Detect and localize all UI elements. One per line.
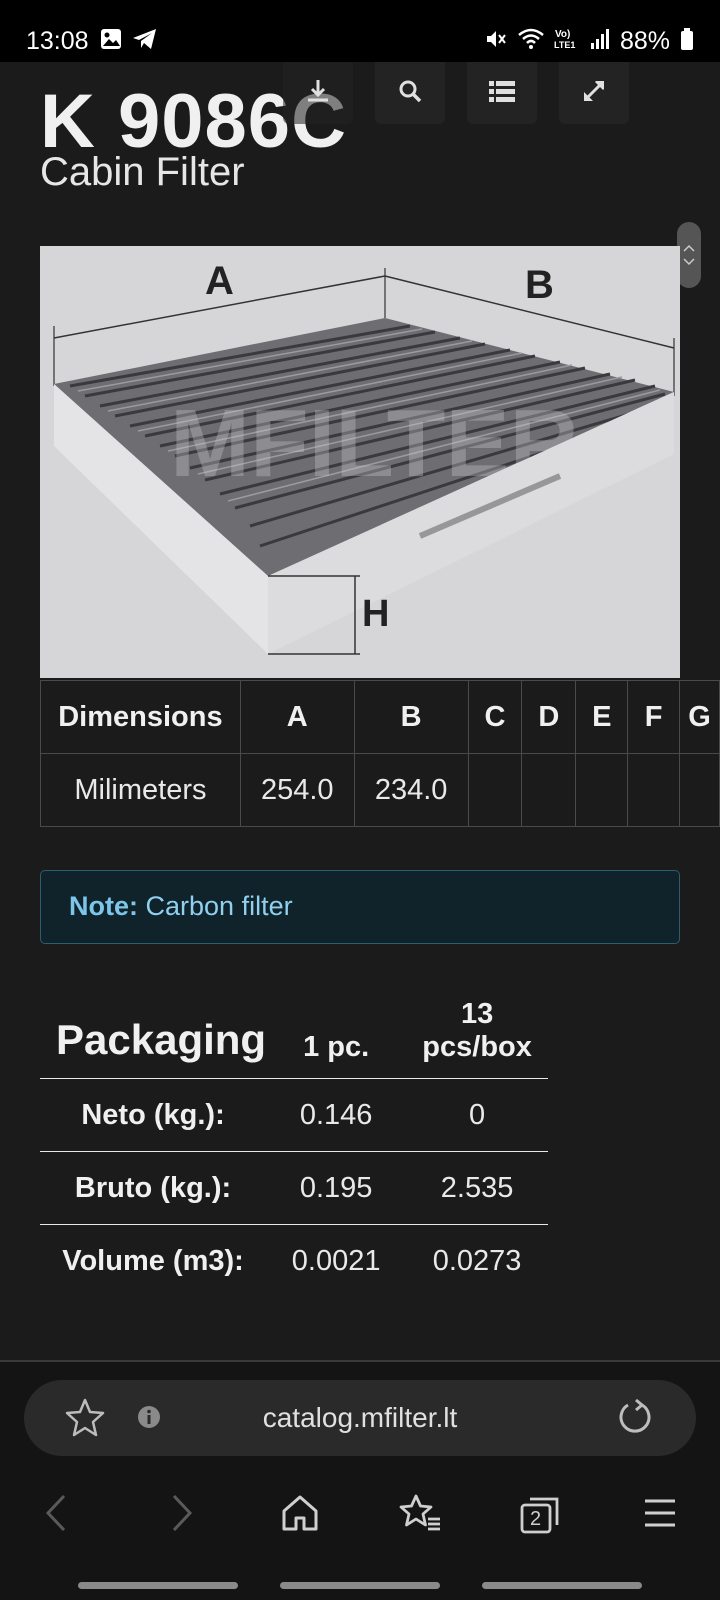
mute-icon — [484, 27, 508, 56]
table-row: Volume (m3): 0.0021 0.0273 — [40, 1225, 548, 1298]
battery-percent: 88% — [619, 27, 670, 55]
list-button[interactable] — [467, 62, 537, 124]
expand-button[interactable] — [559, 62, 629, 124]
dim-col-e: E — [575, 680, 629, 754]
download-button[interactable] — [283, 62, 353, 124]
list-icon — [488, 79, 516, 108]
reload-icon[interactable] — [614, 1396, 656, 1443]
back-button[interactable] — [22, 1480, 92, 1550]
page-toolbar — [283, 62, 629, 124]
packaging-col-box: 13 pcs/box — [406, 992, 548, 1079]
dim-value-c — [467, 753, 523, 827]
gesture-handle — [78, 1582, 238, 1589]
volte-icon: Vo) LTE1 — [554, 27, 580, 56]
hamburger-menu-icon — [642, 1495, 678, 1536]
packaging-row-value-box: 2.535 — [440, 1171, 514, 1204]
packaging-title: Packaging — [56, 1016, 267, 1063]
packaging-row-label: Bruto (kg.): — [74, 1171, 232, 1204]
dim-col-d: D — [521, 680, 577, 754]
expand-icon — [581, 78, 607, 109]
status-time: 13:08 — [26, 27, 89, 55]
dimension-label-a: A — [205, 259, 234, 303]
packaging-box-count: 13 — [460, 998, 494, 1030]
back-icon — [42, 1493, 72, 1538]
table-row: Bruto (kg.): 0.195 2.535 — [40, 1152, 548, 1225]
dimensions-table: Dimensions A B C D E F G Milimeters 254.… — [40, 680, 720, 827]
page-scrollbar[interactable] — [677, 222, 701, 288]
wifi-icon — [518, 28, 544, 55]
dim-col-g: G — [679, 680, 720, 754]
home-icon — [280, 1493, 320, 1538]
menu-button[interactable] — [625, 1480, 695, 1550]
packaging-row-value-single: 0.195 — [299, 1171, 373, 1204]
gesture-handle — [482, 1582, 642, 1589]
dim-col-a: A — [239, 680, 355, 754]
gesture-handle — [280, 1582, 440, 1589]
packaging-box-unit: pcs/box — [422, 1031, 532, 1063]
signal-icon — [590, 28, 610, 55]
dimension-label-b: B — [525, 263, 554, 307]
address-bar[interactable]: catalog.mfilter.lt — [24, 1380, 696, 1456]
telegram-icon — [132, 28, 158, 55]
svg-text:LTE1: LTE1 — [554, 40, 575, 50]
packaging-col-single: 1 pc. — [303, 1031, 370, 1063]
dim-value-d — [521, 753, 577, 827]
packaging-table: Packaging 1 pc. 13 pcs/box Neto (kg.): 0… — [40, 992, 548, 1298]
download-icon — [305, 78, 331, 109]
dimensions-header-row: Dimensions A B C D E F G — [40, 680, 720, 754]
packaging-row-value-single: 0.0021 — [291, 1244, 381, 1277]
tabs-icon: 2 — [519, 1495, 561, 1535]
dim-value-b: 234.0 — [353, 753, 469, 827]
dimensions-value-row: Milimeters 254.0 234.0 — [40, 753, 720, 827]
packaging-header-row: Packaging 1 pc. 13 pcs/box — [40, 992, 548, 1079]
web-page: K 9086C Cabin Filter A B MFILTER H Dimen… — [0, 62, 720, 1362]
product-image: A B MFILTER H — [40, 246, 680, 678]
svg-text:Vo): Vo) — [555, 29, 570, 40]
packaging-row-value-box: 0.0273 — [432, 1244, 522, 1277]
forward-button[interactable] — [146, 1480, 216, 1550]
packaging-row-value-single: 0.146 — [299, 1098, 373, 1131]
note-text: Carbon filter — [145, 891, 293, 921]
dimension-label-h: H — [362, 593, 389, 635]
bookmarks-star-list-icon — [398, 1493, 442, 1538]
battery-icon — [680, 27, 694, 56]
status-bar: 13:08 Vo) LTE1 88% — [0, 0, 720, 62]
dim-value-f — [627, 753, 681, 827]
dim-col-c: C — [467, 680, 523, 754]
forward-icon — [166, 1493, 196, 1538]
dimensions-header: Dimensions — [40, 680, 241, 754]
tab-count: 2 — [530, 1508, 542, 1530]
search-icon — [397, 78, 423, 109]
gallery-icon — [100, 28, 122, 55]
note-label: Note: — [69, 891, 138, 921]
search-button[interactable] — [375, 62, 445, 124]
url-text: catalog.mfilter.lt — [262, 1402, 458, 1433]
dim-value-g — [679, 753, 720, 827]
dim-unit-label: Milimeters — [40, 753, 241, 827]
bookmarks-button[interactable] — [385, 1480, 455, 1550]
dim-value-a: 254.0 — [239, 753, 355, 827]
home-button[interactable] — [265, 1480, 335, 1550]
dim-value-e — [575, 753, 629, 827]
table-row: Neto (kg.): 0.146 0 — [40, 1079, 548, 1152]
browser-nav-bar: 2 — [0, 1480, 720, 1550]
packaging-row-label: Volume (m3): — [62, 1244, 244, 1277]
dim-col-b: B — [353, 680, 469, 754]
note-box: Note: Carbon filter — [40, 870, 680, 944]
packaging-row-label: Neto (kg.): — [81, 1098, 225, 1131]
tabs-button[interactable]: 2 — [505, 1480, 575, 1550]
browser-bottom-bar: catalog.mfilter.lt 2 — [0, 1362, 720, 1600]
packaging-row-value-box: 0 — [469, 1098, 486, 1131]
dim-col-f: F — [627, 680, 681, 754]
product-type: Cabin Filter — [40, 150, 245, 194]
